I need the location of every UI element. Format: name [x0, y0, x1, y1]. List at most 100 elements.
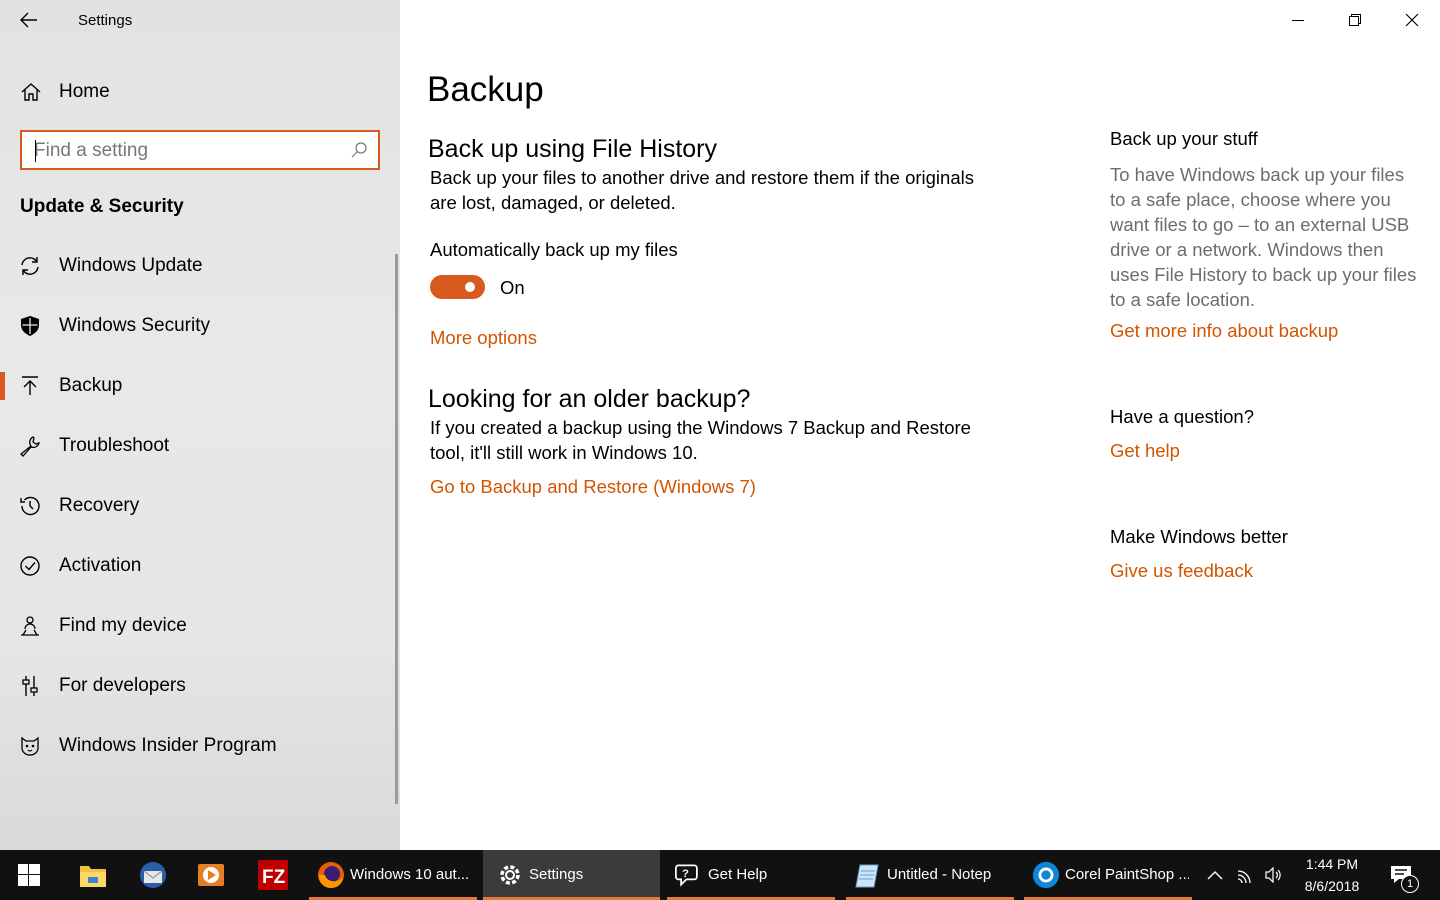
insider-cat-icon: [21, 736, 39, 756]
taskbar-app-get-help[interactable]: ? Get Help: [667, 850, 835, 900]
give-feedback-link[interactable]: Give us feedback: [1110, 560, 1253, 582]
sidebar-item-label: Windows Update: [59, 255, 203, 276]
text-caret: [35, 140, 36, 162]
taskbar-app-firefox[interactable]: Windows 10 aut...: [309, 850, 477, 900]
sidebar-item-label: Troubleshoot: [59, 435, 170, 456]
chevron-up-icon: [1207, 871, 1223, 880]
taskbar-app-paintshop[interactable]: Corel PaintShop ...: [1024, 850, 1192, 900]
notification-count-badge: 1: [1401, 875, 1419, 893]
sidebar-item-windows-update[interactable]: Windows Update: [0, 236, 400, 296]
auto-backup-label: Automatically back up my files: [430, 239, 678, 260]
gear-icon: [500, 865, 520, 885]
start-button[interactable]: [0, 850, 58, 900]
notepad-icon: [855, 864, 879, 888]
minimize-button[interactable]: [1269, 0, 1326, 40]
svg-text:FZ: FZ: [262, 867, 286, 888]
folder-icon: [80, 866, 106, 887]
search-icon[interactable]: [350, 141, 368, 159]
media-player-icon: [198, 864, 224, 886]
sidebar-item-backup[interactable]: Backup: [0, 356, 400, 416]
network-button[interactable]: [1232, 850, 1260, 900]
older-backup-description-line1: If you created a backup using the Window…: [430, 417, 971, 438]
sidebar-item-troubleshoot[interactable]: Troubleshoot: [0, 416, 400, 476]
file-history-heading: Back up using File History: [428, 135, 718, 163]
active-indicator: [0, 372, 5, 400]
back-arrow-icon: [20, 12, 37, 28]
person-pin-icon: [21, 616, 39, 636]
backup-restore-windows7-link[interactable]: Go to Backup and Restore (Windows 7): [430, 476, 756, 498]
wifi-icon: [1237, 870, 1251, 884]
older-backup-description-line2: tool, it'll still work in Windows 10.: [430, 442, 698, 463]
wrench-icon: [20, 436, 40, 457]
sidebar-nav: Windows Update Windows Security Backup T…: [0, 236, 400, 776]
check-circle-icon: [20, 556, 40, 576]
title-bar: Settings: [0, 0, 400, 40]
minimize-icon: [1291, 20, 1304, 21]
taskbar-app-label: Corel PaintShop ...: [1065, 866, 1189, 883]
question-heading: Have a question?: [1110, 406, 1254, 427]
taskbar-app-settings[interactable]: Settings: [483, 850, 660, 900]
sidebar-item-activation[interactable]: Activation: [0, 536, 400, 596]
sidebar-item-label: Windows Insider Program: [59, 735, 277, 756]
sidebar-item-for-developers[interactable]: For developers: [0, 656, 400, 716]
home-nav-item[interactable]: Home: [0, 72, 400, 112]
sidebar-item-label: Find my device: [59, 615, 187, 636]
media-player-button[interactable]: [182, 850, 240, 900]
sidebar-item-label: Windows Security: [59, 315, 210, 336]
sidebar-item-label: Recovery: [59, 495, 140, 516]
taskbar-app-label: Untitled - Notep: [887, 866, 992, 883]
filezilla-icon: FZ: [258, 860, 288, 890]
app-title: Settings: [78, 12, 133, 29]
paintshop-icon: [1032, 861, 1060, 889]
backup-info-link[interactable]: Get more info about backup: [1110, 320, 1338, 342]
auto-backup-toggle[interactable]: [430, 275, 485, 299]
close-button[interactable]: [1383, 0, 1440, 40]
close-icon: [1405, 13, 1418, 27]
page-title: Backup: [427, 70, 544, 109]
speaker-icon: [1265, 867, 1281, 883]
taskbar-app-label: Get Help: [708, 866, 768, 883]
backup-stuff-heading: Back up your stuff: [1110, 128, 1258, 149]
search-input[interactable]: [34, 138, 334, 164]
mail-app-button[interactable]: [124, 850, 182, 900]
taskbar-app-label: Windows 10 aut...: [350, 866, 470, 883]
back-button[interactable]: [12, 4, 46, 36]
firefox-icon: [318, 862, 344, 889]
sidebar-item-label: For developers: [59, 675, 186, 696]
shield-icon: [21, 316, 39, 336]
action-center-button[interactable]: 1: [1376, 850, 1426, 900]
sidebar-item-windows-insider-program[interactable]: Windows Insider Program: [0, 716, 400, 776]
sliders-icon: [22, 676, 38, 696]
file-history-description-line1: Back up your files to another drive and …: [430, 167, 974, 188]
search-box[interactable]: [20, 130, 380, 170]
sidebar-item-label: Backup: [59, 375, 123, 396]
file-explorer-button[interactable]: [64, 850, 122, 900]
sidebar-item-find-my-device[interactable]: Find my device: [0, 596, 400, 656]
volume-button[interactable]: [1260, 850, 1288, 900]
sidebar-item-windows-security[interactable]: Windows Security: [0, 296, 400, 356]
svg-text:?: ?: [682, 868, 689, 880]
sync-icon: [21, 257, 39, 275]
more-options-link[interactable]: More options: [430, 327, 537, 349]
backup-stuff-text: To have Windows back up your files to a …: [1110, 164, 1417, 310]
get-help-link[interactable]: Get help: [1110, 440, 1180, 462]
history-icon: [20, 496, 40, 516]
taskbar-app-notepad[interactable]: Untitled - Notep: [846, 850, 1014, 900]
thunderbird-icon: [140, 862, 166, 888]
toggle-state-label: On: [500, 277, 525, 298]
taskbar-app-label: Settings: [529, 866, 584, 883]
sidebar-item-recovery[interactable]: Recovery: [0, 476, 400, 536]
file-history-description-line2: are lost, damaged, or deleted.: [430, 192, 676, 213]
home-label: Home: [59, 81, 110, 102]
restore-button[interactable]: [1326, 0, 1383, 40]
sidebar-scrollbar[interactable]: [395, 254, 398, 804]
taskbar-clock[interactable]: 1:44 PM 8/6/2018: [1296, 853, 1368, 897]
taskbar: FZ Windows 10 aut... Settings ? Get Help…: [0, 850, 1440, 900]
filezilla-button[interactable]: FZ: [244, 850, 302, 900]
section-title: Update & Security: [20, 196, 184, 217]
clock-date: 8/6/2018: [1304, 878, 1360, 894]
clock-time: 1:44 PM: [1305, 856, 1359, 872]
show-hidden-icons-button[interactable]: [1200, 850, 1230, 900]
upload-arrow-icon: [22, 376, 38, 395]
windows-logo-icon: [18, 864, 40, 886]
